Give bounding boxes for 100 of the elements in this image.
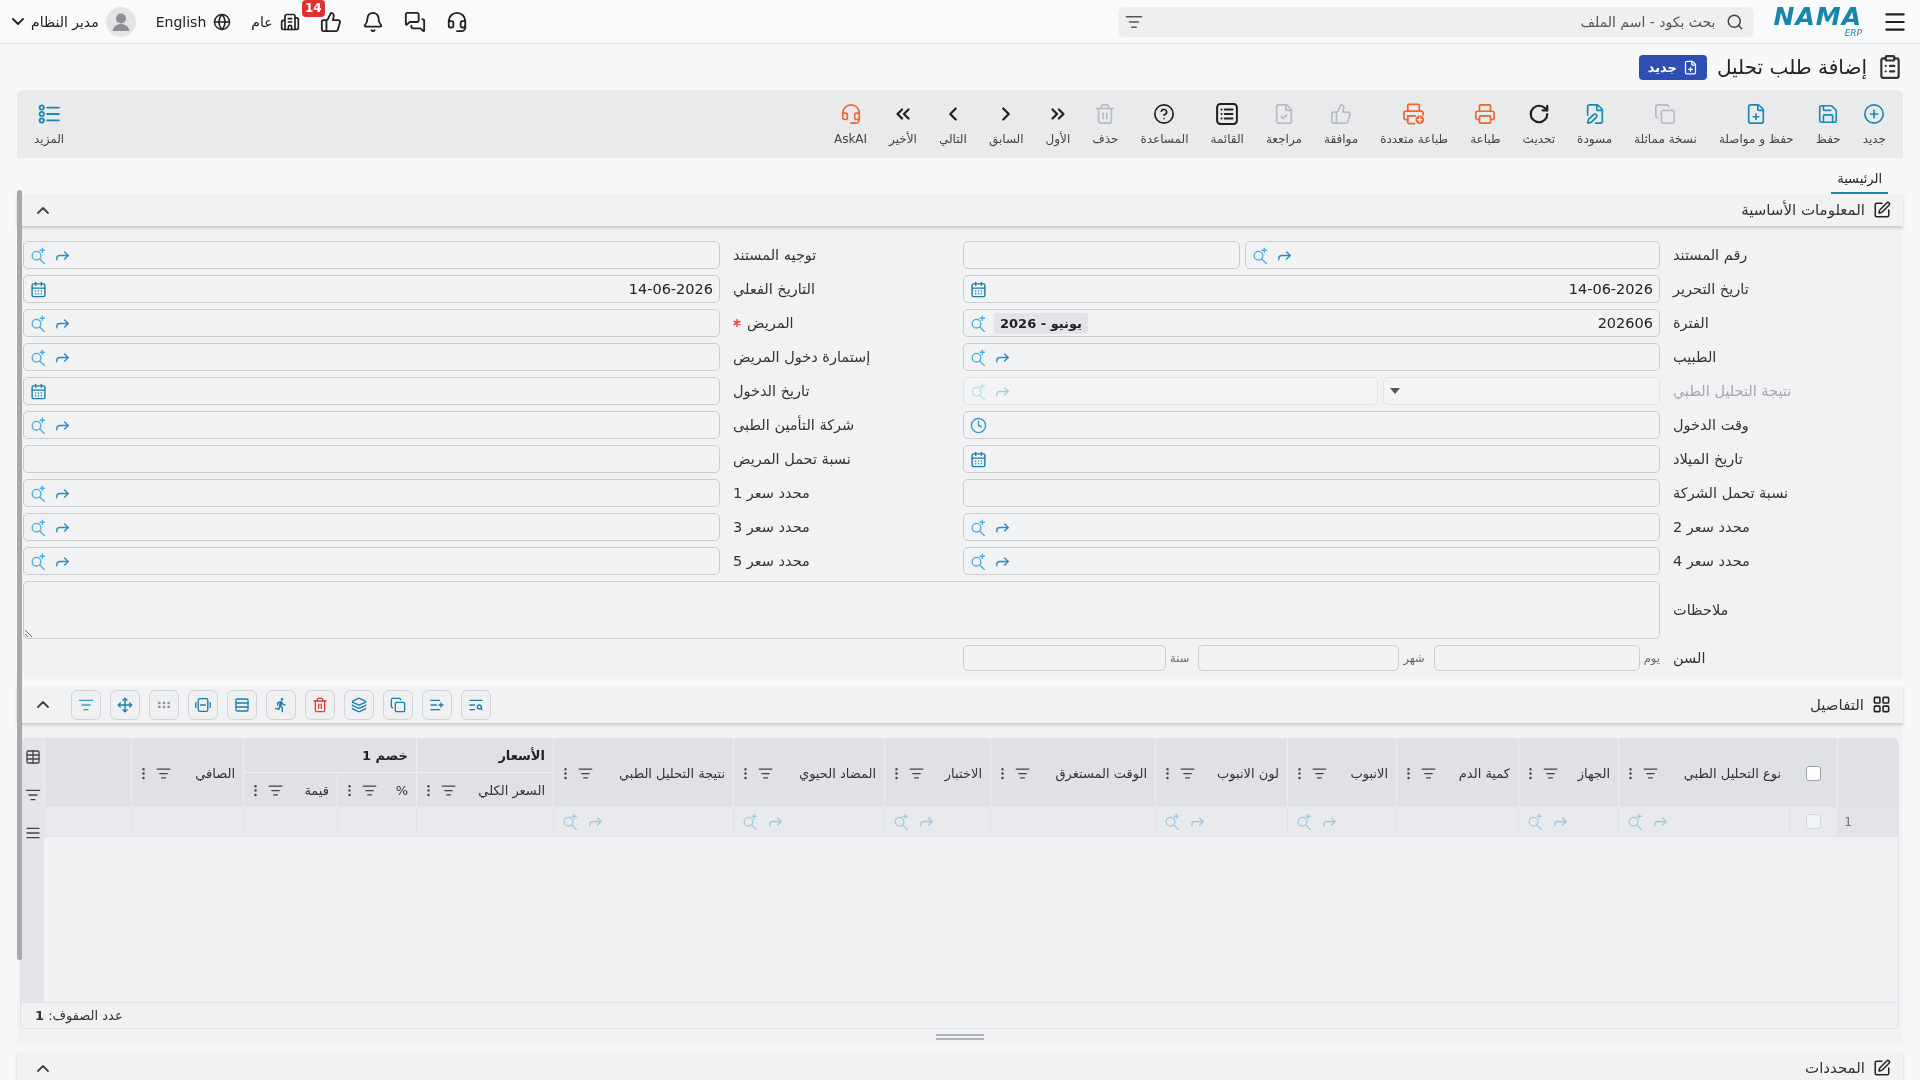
- grip-button[interactable]: [149, 689, 179, 720]
- filter-icon[interactable]: [758, 765, 773, 781]
- column-header[interactable]: المضاد الحيوي: [798, 765, 876, 781]
- filter-button[interactable]: [71, 689, 101, 720]
- language-button[interactable]: English: [155, 12, 232, 31]
- search-plus-icon[interactable]: [970, 552, 987, 570]
- time-field[interactable]: [963, 411, 1660, 439]
- column-header[interactable]: السعر الكلي: [478, 782, 545, 798]
- lookup-field[interactable]: [23, 479, 720, 507]
- lookup-field[interactable]: [963, 343, 1660, 371]
- calendar-icon[interactable]: [970, 450, 987, 468]
- search-plus-icon[interactable]: [30, 484, 47, 502]
- text-field[interactable]: [963, 241, 1240, 269]
- column-header[interactable]: قيمة: [304, 782, 329, 798]
- date-field[interactable]: 14-06-2026: [23, 275, 720, 303]
- last-button[interactable]: الأخير: [878, 90, 928, 158]
- search-plus-icon[interactable]: [970, 348, 987, 366]
- filter-icon[interactable]: [1015, 765, 1030, 781]
- text-field[interactable]: [963, 479, 1660, 507]
- filter-icon[interactable]: [1421, 765, 1436, 781]
- search-plus-icon[interactable]: [30, 552, 47, 570]
- move-button[interactable]: [110, 689, 140, 720]
- calendar-icon[interactable]: [30, 382, 47, 400]
- rows-button[interactable]: [227, 689, 257, 720]
- calendar-icon[interactable]: [970, 280, 987, 298]
- thumbs-up-icon[interactable]: [319, 10, 342, 33]
- column-header[interactable]: لون الانبوب: [1217, 765, 1279, 781]
- help-button[interactable]: المساعدة: [1129, 90, 1200, 158]
- clock-icon[interactable]: [970, 416, 987, 434]
- age-input[interactable]: [963, 645, 1167, 671]
- previous-button[interactable]: السابق: [977, 90, 1035, 158]
- date-field[interactable]: [23, 377, 720, 405]
- filter-icon[interactable]: [268, 782, 283, 798]
- lookup-field[interactable]: [23, 241, 720, 269]
- scrollbar[interactable]: [17, 190, 22, 960]
- search-plus-icon[interactable]: [970, 518, 987, 536]
- column-header[interactable]: الجهاز: [1577, 765, 1610, 781]
- print-button[interactable]: طباعة: [1459, 90, 1512, 158]
- chat-icon[interactable]: [403, 10, 426, 33]
- logo[interactable]: NAMA ERP: [1773, 5, 1862, 38]
- filter-icon[interactable]: [578, 765, 593, 781]
- status-button[interactable]: جديد: [1638, 54, 1707, 80]
- search-field[interactable]: بحث بكود - اسم الملف: [1117, 6, 1754, 37]
- search-list-button[interactable]: [461, 689, 491, 720]
- search-plus-icon[interactable]: [30, 348, 47, 366]
- more-button[interactable]: المزيد: [23, 90, 76, 158]
- lookup-field[interactable]: [23, 547, 720, 575]
- layers-button[interactable]: [344, 689, 374, 720]
- search-plus-icon[interactable]: [30, 246, 47, 264]
- lookup-field[interactable]: [23, 513, 720, 541]
- row-checkbox[interactable]: [1806, 814, 1821, 829]
- column-header[interactable]: الاختبار: [944, 765, 982, 781]
- save-button[interactable]: حفظ: [1804, 90, 1852, 158]
- date-field[interactable]: [963, 445, 1660, 473]
- text-field[interactable]: [23, 445, 720, 473]
- draft-button[interactable]: مسودة: [1566, 90, 1624, 158]
- print-multiple-button[interactable]: طباعة متعددة: [1369, 90, 1460, 158]
- branch-button[interactable]: عام: [251, 11, 300, 32]
- ask-ai-button[interactable]: AskAI: [822, 90, 879, 158]
- filter-icon[interactable]: [1643, 765, 1658, 781]
- lookup-field[interactable]: [23, 343, 720, 371]
- lookup-field[interactable]: [963, 547, 1660, 575]
- menu-icon[interactable]: [24, 825, 41, 841]
- next-button[interactable]: التالي: [927, 90, 978, 158]
- calendar-icon[interactable]: [30, 280, 47, 298]
- lookup-field[interactable]: [23, 411, 720, 439]
- filter-icon[interactable]: [1180, 765, 1195, 781]
- refresh-button[interactable]: تحديث: [1511, 90, 1567, 158]
- lookup-field[interactable]: [1245, 241, 1660, 269]
- resize-handle[interactable]: [936, 1034, 984, 1040]
- filter-icon[interactable]: [24, 787, 41, 803]
- age-input[interactable]: [1198, 645, 1400, 671]
- save-continue-button[interactable]: حفظ و مواصلة: [1707, 90, 1805, 158]
- search-plus-icon[interactable]: [30, 314, 47, 332]
- frame-button[interactable]: [188, 689, 218, 720]
- lookup-field[interactable]: [23, 309, 720, 337]
- filter-icon[interactable]: [441, 782, 456, 798]
- avatar-icon[interactable]: [105, 6, 136, 37]
- column-header[interactable]: كمية الدم: [1458, 765, 1510, 781]
- column-header[interactable]: %: [395, 782, 408, 798]
- column-header[interactable]: نوع التحليل الطبي: [1683, 765, 1781, 781]
- filter-icon[interactable]: [362, 782, 377, 798]
- user-menu-button[interactable]: مدير النظام: [12, 6, 136, 37]
- search-plus-icon[interactable]: [30, 416, 47, 434]
- caret-down-icon[interactable]: [1390, 388, 1400, 394]
- column-header[interactable]: الوقت المستغرق: [1055, 765, 1147, 781]
- copy-button[interactable]: [383, 689, 413, 720]
- lookup-field[interactable]: [963, 513, 1660, 541]
- table-icon[interactable]: [24, 749, 41, 765]
- chevron-up-icon[interactable]: [37, 701, 49, 708]
- headset-icon[interactable]: [445, 10, 468, 33]
- delete-row-button[interactable]: [305, 689, 335, 720]
- column-header[interactable]: الصافي: [195, 765, 235, 781]
- list-button[interactable]: القائمة: [1199, 90, 1255, 158]
- chevron-up-icon[interactable]: [37, 1064, 49, 1072]
- new-button[interactable]: جديد: [1851, 90, 1897, 158]
- date-field[interactable]: 14-06-2026: [963, 275, 1660, 303]
- column-header[interactable]: الانبوب: [1350, 765, 1388, 781]
- select-all-checkbox[interactable]: [1806, 765, 1821, 781]
- filter-icon[interactable]: [1312, 765, 1327, 781]
